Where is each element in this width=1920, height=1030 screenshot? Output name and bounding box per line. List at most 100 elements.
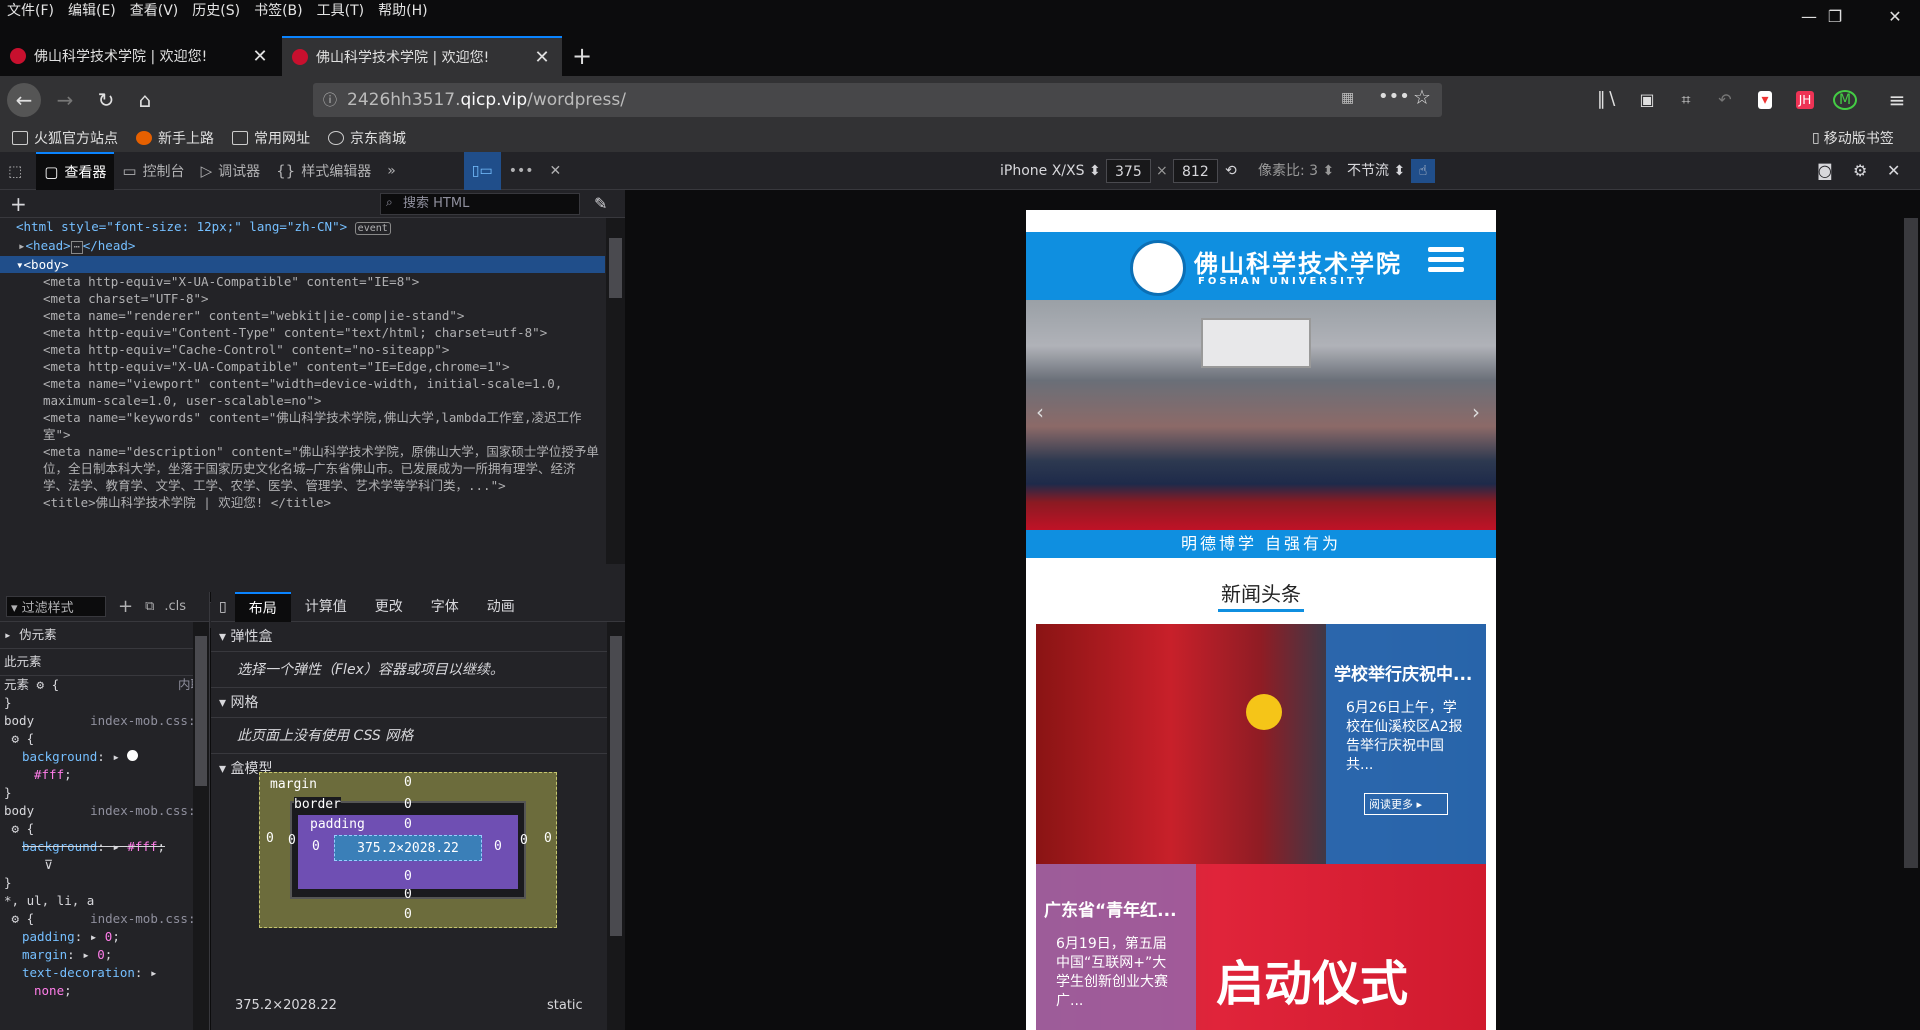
news-card-title[interactable]: 广东省“青年红... [1036, 864, 1196, 929]
tab-console[interactable]: ▭ 控制台 [114, 152, 192, 190]
tab-2[interactable]: 佛山科学技术学院 | 欢迎您! ✕ [282, 36, 562, 76]
menu-tools[interactable]: 工具(T) [310, 0, 371, 22]
eyedropper-icon[interactable]: ✎ [594, 194, 607, 213]
bookmark-common[interactable]: 常用网址 [232, 128, 310, 148]
padding-top-value[interactable]: 0 [404, 817, 412, 832]
menu-help[interactable]: 帮助(H) [371, 0, 434, 22]
info-icon[interactable]: ⓘ [323, 90, 337, 110]
page-actions-icon[interactable]: ••• [1378, 86, 1410, 107]
devtools-options-icon[interactable]: ••• [501, 152, 542, 190]
slide-next-icon[interactable]: › [1472, 400, 1480, 424]
sidebar-toggle-icon[interactable]: ▯ [211, 592, 235, 622]
add-rule-icon[interactable]: + [118, 596, 133, 617]
sidebar-icon[interactable]: ▣ [1630, 83, 1664, 117]
markup-line[interactable]: <meta name="viewport" content="width=dev… [0, 375, 600, 409]
screenshot-camera-icon[interactable]: ◙ [1817, 159, 1833, 183]
url-bar[interactable]: ⓘ 2426hh3517.qicp.vip/wordpress/ ▦ ••• ☆ [313, 83, 1442, 117]
viewport-width-input[interactable]: 375 [1106, 159, 1151, 183]
toggle-pseudo-icon[interactable]: ⧉ [145, 599, 154, 614]
scrollbar-thumb[interactable] [195, 636, 207, 786]
markup-line[interactable]: <meta charset="UTF-8"> [0, 290, 605, 307]
new-tab-icon[interactable]: + [572, 42, 592, 70]
menu-file[interactable]: 文件(F) [0, 0, 61, 22]
tab-changes[interactable]: 更改 [361, 592, 417, 622]
more-tabs-icon[interactable]: » [379, 152, 404, 190]
markup-line[interactable]: <title>佛山科学技术学院 | 欢迎您! </title> [0, 494, 605, 511]
read-more-button[interactable]: 阅读更多 ▸ [1364, 793, 1448, 815]
library-icon[interactable]: ∥∖ [1590, 83, 1624, 117]
markup-line[interactable]: <meta name="renderer" content="webkit|ie… [0, 307, 605, 324]
rule-declaration[interactable]: padding: ▸ 0; [0, 928, 209, 946]
extension-m-icon[interactable]: M [1828, 83, 1862, 117]
markup-line[interactable]: <meta http-equiv="Cache-Control" content… [0, 341, 605, 358]
hamburger-menu-icon[interactable] [1424, 242, 1468, 282]
markup-line[interactable]: <html style="font-size: 12px;" lang="zh-… [0, 218, 605, 237]
markup-line[interactable]: <meta http-equiv="X-UA-Compatible" conte… [0, 358, 605, 375]
border-top-value[interactable]: 0 [404, 797, 412, 812]
close-tab-icon[interactable]: ✕ [532, 47, 552, 68]
extension-jh-icon[interactable]: JH [1788, 83, 1822, 117]
devtools-close-icon[interactable]: ✕ [542, 152, 570, 190]
menu-view[interactable]: 查看(V) [123, 0, 186, 22]
scrollbar-thumb[interactable] [609, 238, 622, 298]
close-tab-icon[interactable]: ✕ [250, 46, 270, 67]
touch-simulation-icon[interactable]: ☝ [1411, 159, 1435, 183]
rule-value[interactable]: #fff; [0, 766, 209, 784]
screenshot-icon[interactable]: ⌗ [1669, 83, 1703, 117]
markup-line[interactable]: <meta http-equiv="X-UA-Compatible" conte… [0, 273, 605, 290]
markup-line[interactable]: <meta http-equiv="Content-Type" content=… [0, 324, 605, 341]
border-right-value[interactable]: 0 [520, 833, 528, 848]
grid-section[interactable]: ▾ 网格 [211, 688, 625, 718]
padding-bottom-value[interactable]: 0 [404, 869, 412, 884]
device-select[interactable]: iPhone X/XS ⬍ [1000, 159, 1101, 183]
rules-scrollbar[interactable] [193, 622, 209, 1030]
bookmark-getting-started[interactable]: 新手上路 [136, 128, 214, 148]
app-menu-icon[interactable]: ≡ [1880, 83, 1914, 117]
restore-icon[interactable]: ❐ [1812, 0, 1858, 34]
padding-right-value[interactable]: 0 [494, 839, 502, 854]
bookmark-firefox[interactable]: 火狐官方站点 [12, 128, 118, 148]
university-seal-icon[interactable] [1130, 240, 1186, 296]
pseudo-elements-toggle[interactable]: ▸ 伪元素 [0, 622, 209, 649]
layout-scrollbar[interactable] [607, 622, 625, 1030]
add-node-icon[interactable]: + [10, 192, 27, 216]
throttle-select[interactable]: 不节流 ⬍ [1347, 159, 1405, 183]
markup-scrollbar[interactable] [606, 218, 625, 564]
scrollbar-thumb[interactable] [1904, 218, 1918, 868]
forward-icon[interactable]: → [48, 83, 82, 117]
scrollbar-thumb[interactable] [610, 636, 622, 936]
rule-declaration[interactable]: background: ▸ [0, 748, 209, 766]
tab-debugger[interactable]: ▷ 调试器 [193, 152, 269, 190]
tab-1[interactable]: 佛山科学技术学院 | 欢迎您! ✕ [0, 36, 280, 76]
markup-line[interactable]: <meta name="keywords" content="佛山科学技术学院,… [0, 409, 600, 443]
responsive-mode-icon[interactable]: ▯▭ [463, 151, 501, 190]
tab-animations[interactable]: 动画 [473, 592, 529, 622]
rule-declaration[interactable]: margin: ▸ 0; [0, 946, 209, 964]
tab-layout[interactable]: 布局 [234, 591, 291, 622]
tab-fonts[interactable]: 字体 [417, 592, 473, 622]
margin-bottom-value[interactable]: 0 [404, 907, 412, 922]
tab-computed[interactable]: 计算值 [291, 592, 361, 622]
filter-icon[interactable]: ⊽ [0, 856, 209, 874]
bookmark-star-icon[interactable]: ☆ [1413, 85, 1431, 109]
settings-gear-icon[interactable]: ⚙ [1853, 159, 1867, 183]
pocket-icon[interactable]: ▾ [1748, 83, 1782, 117]
close-window-icon[interactable]: ✕ [1872, 0, 1918, 34]
margin-right-value[interactable]: 0 [544, 831, 552, 846]
dpr-select[interactable]: 像素比: 3 ⬍ [1258, 159, 1334, 183]
home-icon[interactable]: ⌂ [128, 83, 162, 117]
event-badge[interactable]: event [354, 222, 391, 235]
margin-top-value[interactable]: 0 [404, 775, 412, 790]
rule-value[interactable]: none; [0, 982, 209, 1000]
page-scrollbar[interactable] [1901, 190, 1920, 1030]
element-picker-icon[interactable]: ⬚ [0, 152, 36, 190]
news-card-1[interactable]: 学校举行庆祝中... 6月26日上午，学校在仙溪校区A2报告举行庆祝中国共...… [1036, 624, 1486, 864]
undo-icon[interactable]: ↶ [1708, 83, 1742, 117]
news-card-title[interactable]: 学校举行庆祝中... [1326, 624, 1486, 693]
viewport-height-input[interactable]: 812 [1173, 159, 1218, 183]
rule-declaration[interactable]: text-decoration: ▸ [0, 964, 209, 982]
cls-button[interactable]: .cls [164, 599, 186, 614]
news-card-2[interactable]: 启动仪式 广东省“青年红... 6月19日，第五届中国“互联网+”大学生创新创业… [1036, 864, 1486, 1030]
menu-bookmarks[interactable]: 书签(B) [247, 0, 310, 22]
markup-line[interactable]: ▸<head> ⋯ </head> [0, 237, 605, 256]
